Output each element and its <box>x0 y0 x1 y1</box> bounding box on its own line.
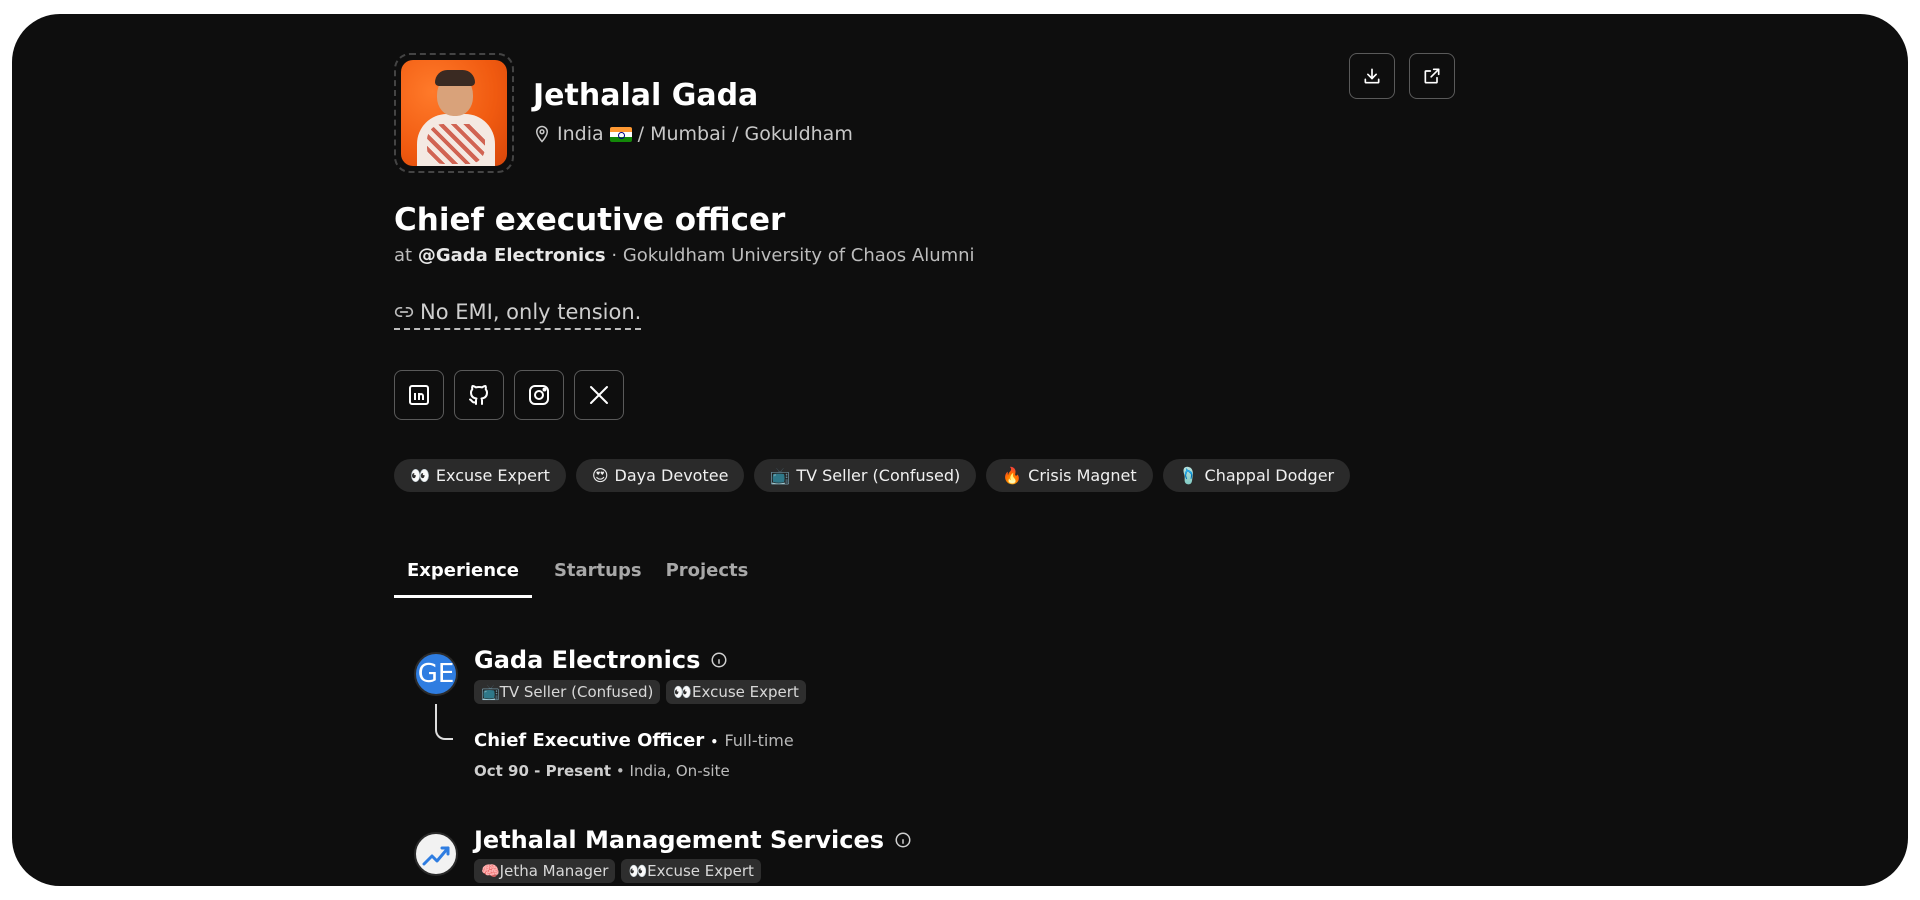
instagram-button[interactable] <box>514 370 564 420</box>
tag-emoji: 👀 <box>410 466 430 485</box>
education: Gokuldham University of Chaos Alumni <box>622 245 975 266</box>
linkedin-icon <box>409 385 429 405</box>
experience-tag: 📺TV Seller (Confused) <box>474 680 661 704</box>
position-title: Chief Executive Officer • Full-time <box>474 730 794 751</box>
tag-emoji: 📺 <box>770 466 791 485</box>
download-button[interactable] <box>1349 53 1395 99</box>
profile-name: Jethalal Gada <box>533 78 759 113</box>
company-name[interactable]: Jethalal Management Services <box>474 826 884 854</box>
timeline-connector <box>435 704 453 740</box>
x-button[interactable] <box>574 370 624 420</box>
external-link-icon <box>1424 68 1440 84</box>
profile-location: India / Mumbai / Gokuldham <box>533 123 853 145</box>
tag-emoji: 😍 <box>591 466 609 485</box>
map-pin-icon <box>535 125 549 143</box>
avatar-image <box>401 60 507 166</box>
tab-startups[interactable]: Startups <box>552 560 644 598</box>
company-separator: · <box>611 245 618 266</box>
tag-chip: 😍 Daya Devotee <box>575 459 745 492</box>
tag-label: Chappal Dodger <box>1204 466 1335 485</box>
experience-tags: 🧠Jetha Manager 👀Excuse Expert <box>474 859 761 883</box>
tag-emoji: 🔥 <box>1002 466 1023 485</box>
tag-label: Daya Devotee <box>614 466 729 485</box>
tag-label: TV Seller (Confused) <box>796 466 961 485</box>
location-path: / Mumbai / Gokuldham <box>637 123 853 145</box>
linkedin-button[interactable] <box>394 370 444 420</box>
employment-type: Full-time <box>724 731 794 750</box>
tab-bar: Experience Startups Projects <box>394 560 750 598</box>
company-name[interactable]: Gada Electronics <box>474 646 700 674</box>
tag-chip: 📺 TV Seller (Confused) <box>754 459 977 492</box>
profile-content: Jethalal Gada India / Mumbai / Gokuldham… <box>382 14 1462 886</box>
profile-card: Jethalal Gada India / Mumbai / Gokuldham… <box>12 14 1908 886</box>
tag-chip: 👀 Excuse Expert <box>394 459 566 492</box>
x-icon <box>590 386 608 404</box>
meta-dot: • <box>615 762 625 780</box>
india-flag-icon <box>609 126 632 142</box>
experience-tag: 👀Excuse Expert <box>621 859 761 883</box>
position-name: Chief Executive Officer <box>474 730 705 751</box>
link-icon <box>394 307 414 317</box>
position-dates: Oct 90 - Present <box>474 762 612 780</box>
github-button[interactable] <box>454 370 504 420</box>
github-icon <box>469 385 488 405</box>
avatar <box>394 53 514 173</box>
position-meta: Oct 90 - Present • India, On-site <box>474 762 730 780</box>
tagline-link[interactable]: No EMI, only tension. <box>394 300 642 330</box>
position-location: India, On-site <box>629 762 730 780</box>
experience-tags: 📺TV Seller (Confused) 👀Excuse Expert <box>474 680 806 704</box>
info-icon[interactable] <box>894 831 912 849</box>
tag-list: 👀 Excuse Expert 😍 Daya Devotee 📺 TV Seller … <box>394 459 1351 492</box>
experience-tag: 👀Excuse Expert <box>666 680 806 704</box>
tag-chip: 🔥 Crisis Magnet <box>986 459 1153 492</box>
tag-label: Crisis Magnet <box>1028 466 1137 485</box>
instagram-icon <box>529 385 549 405</box>
tag-chip: 🩴 Chappal Dodger <box>1162 459 1351 492</box>
open-external-button[interactable] <box>1409 53 1455 99</box>
experience-company: Jethalal Management Services <box>474 826 912 854</box>
tab-projects[interactable]: Projects <box>664 560 751 598</box>
info-icon[interactable] <box>710 651 728 669</box>
experience-tag: 🧠Jetha Manager <box>474 859 616 883</box>
company-line: at @Gada Electronics · Gokuldham Univers… <box>394 245 975 266</box>
tab-experience[interactable]: Experience <box>394 560 532 598</box>
download-icon <box>1364 68 1380 84</box>
experience-company: Gada Electronics <box>474 646 728 674</box>
company-logo-text: GE <box>417 659 455 689</box>
profile-role: Chief executive officer <box>394 202 786 238</box>
tag-emoji: 🩴 <box>1178 466 1199 485</box>
company-prefix: at <box>394 245 413 266</box>
company-logo: GE <box>414 652 458 696</box>
tag-label: Excuse Expert <box>435 466 550 485</box>
position-dot: • <box>710 735 719 749</box>
location-country: India <box>557 123 604 145</box>
company-logo <box>414 832 458 876</box>
company-link[interactable]: @Gada Electronics <box>418 245 606 266</box>
tagline-text: No EMI, only tension. <box>420 300 642 324</box>
chart-up-icon <box>422 846 450 866</box>
